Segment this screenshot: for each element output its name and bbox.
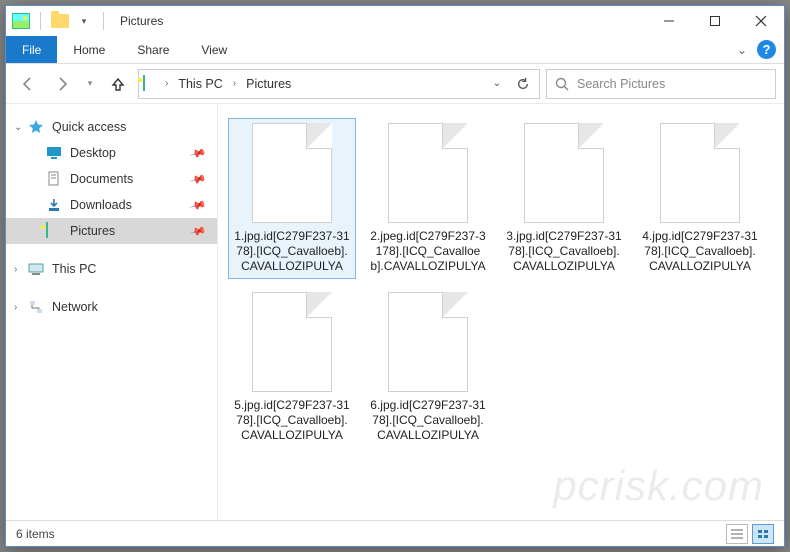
caret-right-icon: › [14,302,17,313]
up-button[interactable] [104,70,132,98]
icons-view-button[interactable] [752,524,774,544]
sidebar-item-label: Downloads [70,198,132,212]
content-area: ⌄ Quick access Desktop 📌 Documents 📌 Dow… [6,104,784,520]
crumb-pictures[interactable]: Pictures [242,75,295,93]
file-label: 2.jpeg.id[C279F237-3178].[ICQ_Cavalloeb]… [369,229,487,274]
downloads-icon [46,197,62,213]
app-icon [12,12,30,30]
crumb-this-pc[interactable]: This PC [174,75,226,93]
computer-icon [28,261,44,277]
pin-icon: 📌 [189,144,207,162]
file-label: 3.jpg.id[C279F237-3178].[ICQ_Cavalloeb].… [505,229,623,274]
file-grid[interactable]: 1.jpg.id[C279F237-3178].[ICQ_Cavalloeb].… [218,104,784,520]
status-bar: 6 items [6,520,784,546]
file-label: 1.jpg.id[C279F237-3178].[ICQ_Cavalloeb].… [233,229,351,274]
sidebar-item-label: This PC [52,262,96,276]
sidebar-item-label: Documents [70,172,133,186]
file-icon [252,292,332,392]
window-title: Pictures [120,14,163,28]
search-input[interactable]: Search Pictures [546,69,776,99]
address-bar[interactable]: › This PC › Pictures ⌄ [138,69,540,99]
file-item[interactable]: 3.jpg.id[C279F237-3178].[ICQ_Cavalloeb].… [500,118,628,279]
tab-home[interactable]: Home [57,36,121,63]
ribbon-expand-icon[interactable]: ⌄ [737,43,747,57]
refresh-button[interactable] [511,71,535,97]
minimize-button[interactable] [646,6,692,36]
sidebar-quick-access[interactable]: ⌄ Quick access [6,114,217,140]
recent-locations-icon[interactable]: ▾ [82,70,98,98]
file-icon [388,292,468,392]
sidebar-item-downloads[interactable]: Downloads 📌 [6,192,217,218]
pictures-icon [46,223,62,239]
file-label: 6.jpg.id[C279F237-3178].[ICQ_Cavalloeb].… [369,398,487,443]
ribbon: File Home Share View ⌄ ? [6,36,784,64]
sidebar-item-desktop[interactable]: Desktop 📌 [6,140,217,166]
file-item[interactable]: 6.jpg.id[C279F237-3178].[ICQ_Cavalloeb].… [364,287,492,448]
tab-share[interactable]: Share [121,36,185,63]
sidebar-item-pictures[interactable]: Pictures 📌 [6,218,217,244]
sidebar-item-documents[interactable]: Documents 📌 [6,166,217,192]
details-view-button[interactable] [726,524,748,544]
file-item[interactable]: 5.jpg.id[C279F237-3178].[ICQ_Cavalloeb].… [228,287,356,448]
file-tab[interactable]: File [6,36,57,63]
desktop-icon [46,145,62,161]
status-text: 6 items [16,527,55,541]
star-icon [28,119,44,135]
sidebar-item-label: Quick access [52,120,126,134]
file-item[interactable]: 4.jpg.id[C279F237-3178].[ICQ_Cavalloeb].… [636,118,764,279]
search-icon [555,77,569,91]
sidebar-item-label: Network [52,300,98,314]
pin-icon: 📌 [189,222,207,240]
qat-dropdown-icon[interactable]: ▾ [75,12,93,30]
search-placeholder: Search Pictures [577,77,665,91]
file-item[interactable]: 1.jpg.id[C279F237-3178].[ICQ_Cavalloeb].… [228,118,356,279]
sidebar-network[interactable]: › Network [6,294,217,320]
navbar: ▾ › This PC › Pictures ⌄ Search Pictures [6,64,784,104]
maximize-button[interactable] [692,6,738,36]
sidebar-item-label: Pictures [70,224,115,238]
folder-icon[interactable] [51,12,69,30]
caret-down-icon: ⌄ [14,122,22,133]
file-icon [660,123,740,223]
chevron-right-icon[interactable]: › [233,78,236,89]
close-button[interactable] [738,6,784,36]
address-dropdown-icon[interactable]: ⌄ [485,71,509,97]
sidebar: ⌄ Quick access Desktop 📌 Documents 📌 Dow… [6,104,218,520]
location-icon [143,76,159,92]
network-icon [28,299,44,315]
sidebar-item-label: Desktop [70,146,116,160]
caret-right-icon: › [14,264,17,275]
file-label: 5.jpg.id[C279F237-3178].[ICQ_Cavalloeb].… [233,398,351,443]
pin-icon: 📌 [189,196,207,214]
forward-button[interactable] [48,70,76,98]
sidebar-this-pc[interactable]: › This PC [6,256,217,282]
file-icon [388,123,468,223]
explorer-window: ▾ Pictures File Home Share View ⌄ ? [5,5,785,547]
tab-view[interactable]: View [185,36,243,63]
file-icon [252,123,332,223]
help-button[interactable]: ? [757,40,776,59]
file-item[interactable]: 2.jpeg.id[C279F237-3178].[ICQ_Cavalloeb]… [364,118,492,279]
back-button[interactable] [14,70,42,98]
documents-icon [46,171,62,187]
file-icon [524,123,604,223]
pin-icon: 📌 [189,170,207,188]
file-label: 4.jpg.id[C279F237-3178].[ICQ_Cavalloeb].… [641,229,759,274]
chevron-right-icon[interactable]: › [165,78,168,89]
titlebar: ▾ Pictures [6,6,784,36]
